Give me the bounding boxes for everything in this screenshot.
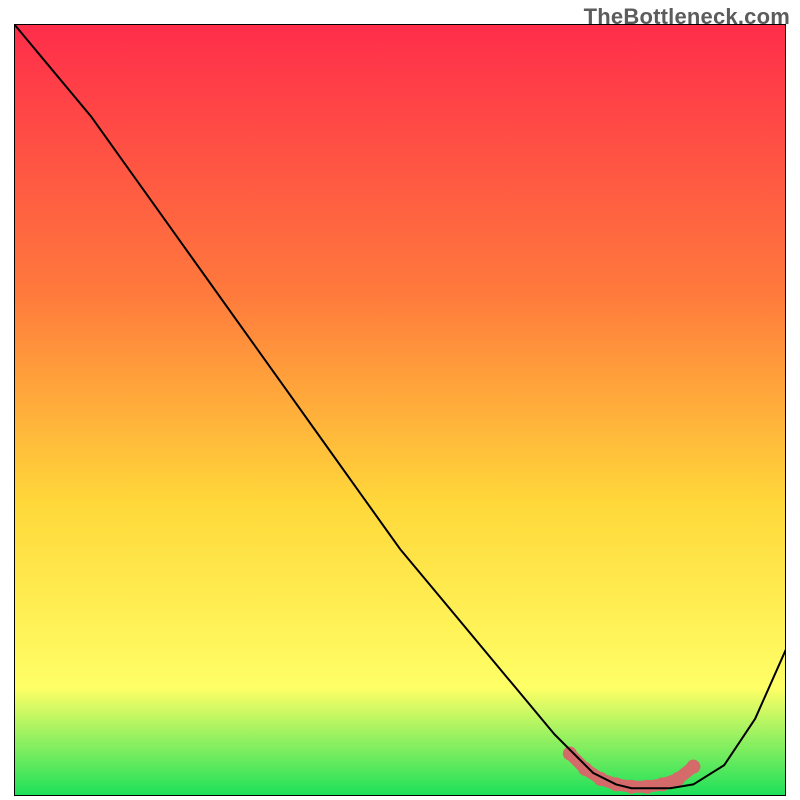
chart-svg	[14, 24, 786, 796]
highlight-dot	[640, 780, 654, 794]
highlight-dot	[671, 772, 685, 786]
chart-container: TheBottleneck.com	[0, 0, 800, 800]
highlight-dot	[686, 760, 700, 774]
gradient-background	[14, 24, 786, 796]
chart-plot-area	[14, 24, 786, 796]
highlight-dot	[655, 777, 669, 791]
